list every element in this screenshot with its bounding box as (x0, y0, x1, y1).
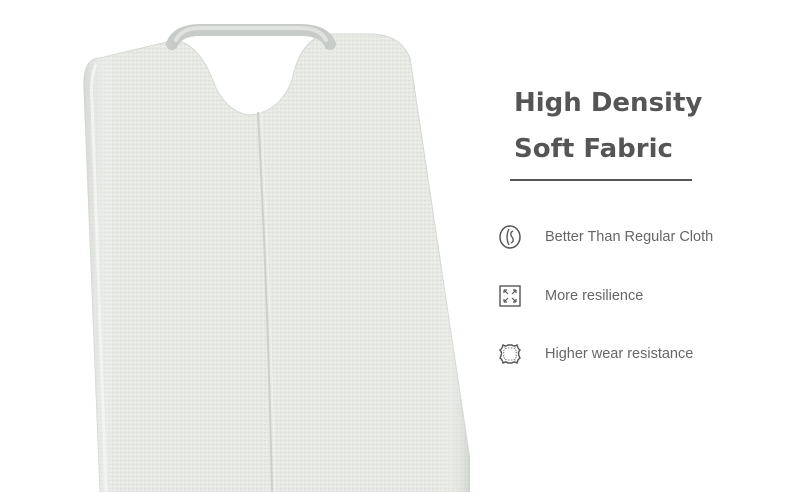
heading-divider (510, 179, 692, 181)
chair-back-fabric-image (83, 24, 470, 492)
feature-label: Better Than Regular Cloth (545, 229, 714, 245)
coin-icon (497, 224, 523, 250)
expand-arrows-icon (497, 283, 523, 309)
heading-line-1: High Density (514, 88, 703, 118)
feature-label: Higher wear resistance (545, 346, 694, 362)
feature-label: More resilience (545, 288, 644, 304)
leather-hide-icon (497, 341, 523, 367)
feature-item-better-cloth: Better Than Regular Cloth (497, 224, 713, 250)
feature-item-wear-resistance: Higher wear resistance (497, 341, 693, 367)
heading-line-2: Soft Fabric (514, 134, 673, 164)
feature-item-resilience: More resilience (497, 283, 643, 309)
heading: High Density Soft Fabric (514, 80, 702, 172)
